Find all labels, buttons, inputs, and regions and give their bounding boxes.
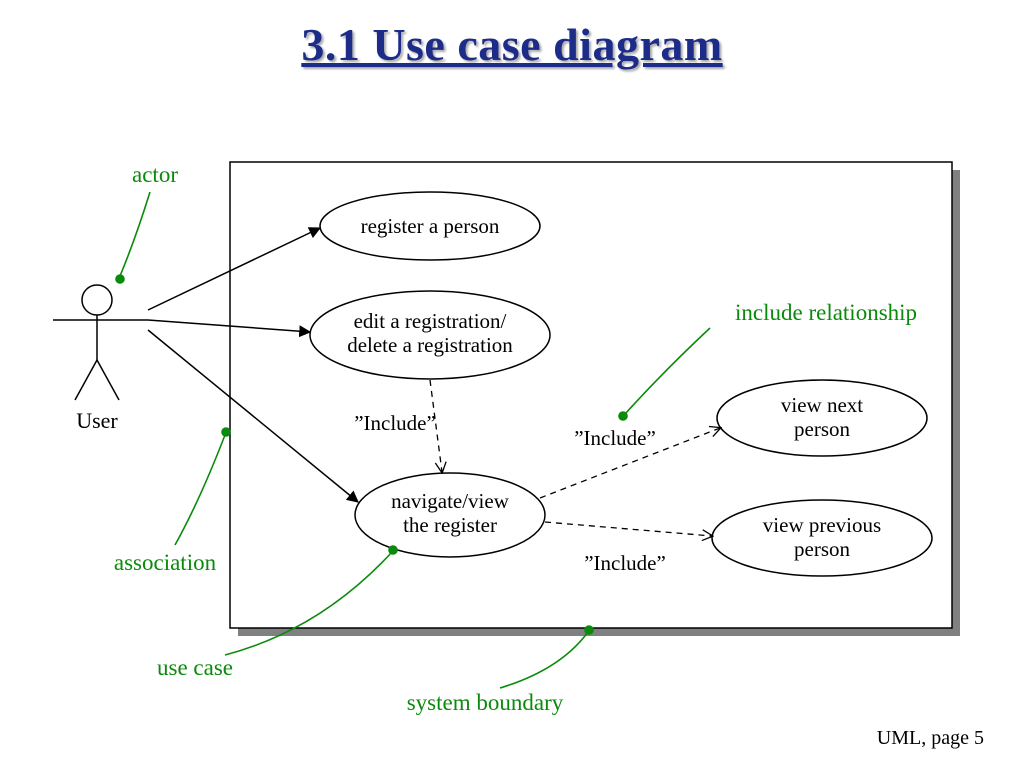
usecase-label-line2: person	[794, 537, 850, 561]
page-footer: UML, page 5	[877, 727, 984, 750]
usecase-label-line1: navigate/view	[391, 489, 510, 513]
usecase-label-line2: delete a registration	[347, 333, 513, 357]
callout-dot	[585, 626, 593, 634]
usecase-edit-delete: edit a registration/ delete a registrati…	[310, 291, 550, 379]
include-label: ”Include”	[584, 551, 666, 575]
annotation-boundary: system boundary	[407, 690, 564, 715]
usecase-label-line1: edit a registration/	[354, 309, 507, 333]
callout-dot	[619, 412, 627, 420]
callout-dot	[116, 275, 124, 283]
actor: User	[53, 285, 148, 433]
usecase-label: register a person	[361, 214, 500, 238]
usecase-label-line2: person	[794, 417, 850, 441]
callout-curve	[175, 435, 225, 545]
usecase-label-line1: view previous	[763, 513, 881, 537]
annotation-association: association	[114, 550, 217, 575]
include-label: ”Include”	[574, 426, 656, 450]
diagram-canvas: User register a person edit a registrati…	[0, 0, 1024, 768]
usecase-navigate: navigate/view the register	[355, 473, 545, 557]
usecase-label-line1: view next	[781, 393, 863, 417]
callout-dot	[389, 546, 397, 554]
usecase-view-previous: view previous person	[712, 500, 932, 576]
callout-curve	[500, 632, 588, 688]
annotation-include: include relationship	[735, 300, 917, 325]
include-label: ”Include”	[354, 411, 436, 435]
usecase-register: register a person	[320, 192, 540, 260]
actor-label: User	[76, 408, 118, 433]
callout-curve	[120, 192, 150, 276]
callout-dot	[222, 428, 230, 436]
annotation-actor: actor	[132, 162, 178, 187]
annotation-usecase: use case	[157, 655, 233, 680]
usecase-view-next: view next person	[717, 380, 927, 456]
usecase-label-line2: the register	[403, 513, 497, 537]
